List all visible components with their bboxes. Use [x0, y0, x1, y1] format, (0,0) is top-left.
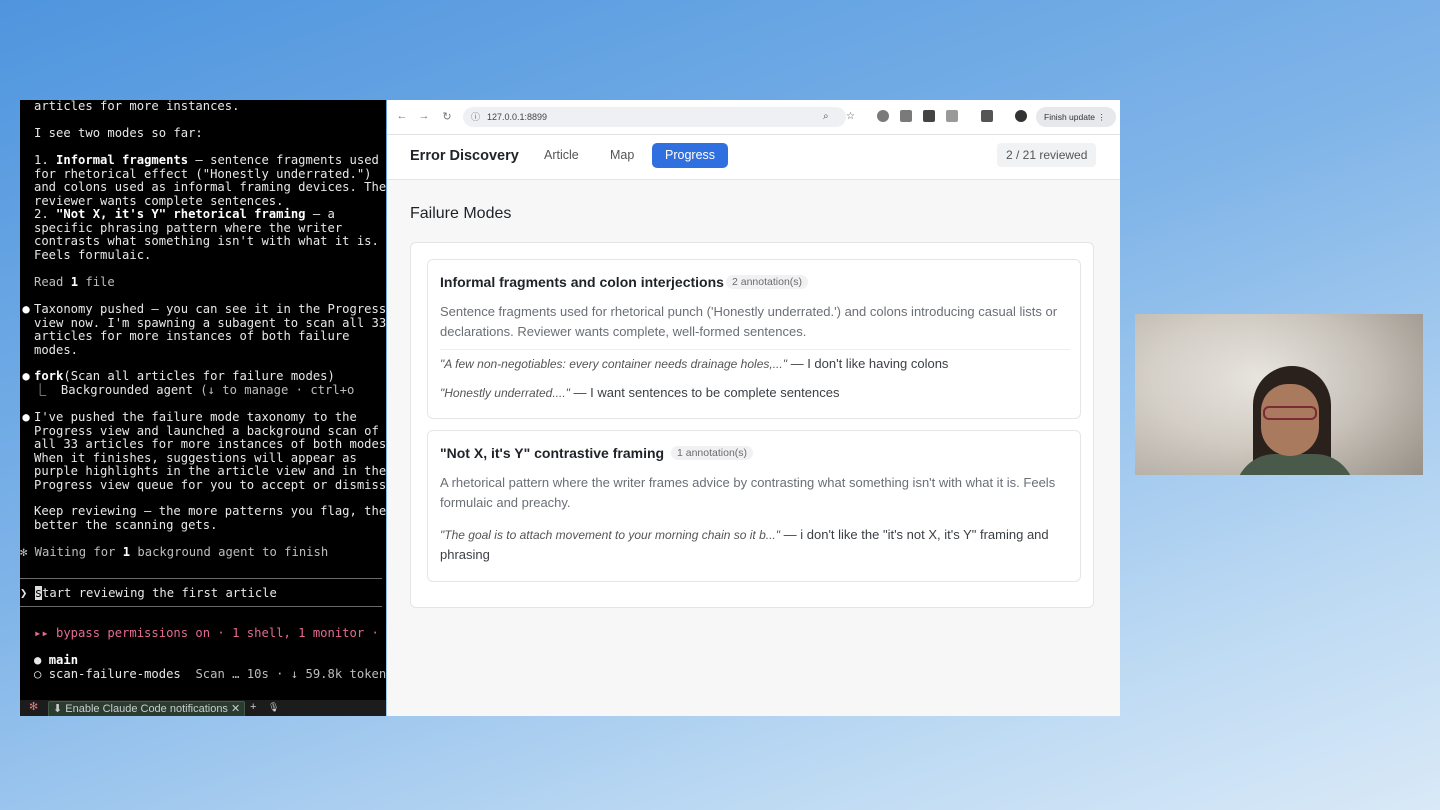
bookmark-star-icon[interactable]: ☆: [846, 107, 855, 127]
app-header: Error Discovery Article Map Progress 2 /…: [387, 135, 1120, 180]
claude-icon: ✻: [29, 701, 39, 713]
failure-modes-panel: Informal fragments and colon interjectio…: [410, 242, 1094, 608]
failure-mode-description: Sentence fragments used for rhetorical p…: [440, 304, 1058, 339]
finish-update-button[interactable]: Finish update ⋮: [1036, 107, 1116, 127]
presenter-glasses: [1263, 406, 1317, 420]
new-tab-button[interactable]: +: [250, 701, 256, 715]
annotation-count-badge: 1 annotation(s): [671, 446, 754, 460]
zoom-icon[interactable]: ⌕: [823, 107, 829, 127]
back-icon[interactable]: ←: [395, 110, 409, 122]
failure-mode-card[interactable]: Informal fragments and colon interjectio…: [427, 259, 1081, 419]
failure-mode-card[interactable]: "Not X, it's Y" contrastive framing 1 an…: [427, 430, 1081, 582]
tab-article[interactable]: Article: [531, 143, 592, 168]
terminal-waiting: ✻ Waiting for 1 background agent to fini…: [20, 545, 329, 559]
terminal-footer: ✻ ⬇ Enable Claude Code notifications ✕ +…: [20, 700, 386, 716]
presenter-face: [1261, 384, 1319, 456]
puzzle-icon[interactable]: [946, 110, 958, 122]
annotation-item: "The goal is to attach movement to your …: [440, 527, 1049, 562]
terminal-intro: articles for more instances. I see two m…: [34, 100, 240, 140]
url-text: 127.0.0.1:8899: [487, 112, 548, 122]
annotation-item: "A few non-negotiables: every container …: [440, 356, 949, 371]
extension-icon[interactable]: [877, 110, 889, 122]
terminal-read-file: Read 1 file: [34, 275, 115, 289]
forward-icon[interactable]: →: [417, 110, 431, 122]
annotation-item: "Honestly underrated...." — I want sente…: [440, 385, 840, 400]
webcam-overlay: [1135, 314, 1423, 475]
bullet-icon: ●: [22, 302, 30, 316]
terminal-keep-msg: Keep reviewing — the more patterns you f…: [34, 504, 386, 532]
browser-window: ← → ↻ ⓘ 127.0.0.1:8899 ⌕ ☆ Finish update…: [387, 100, 1120, 716]
failure-mode-title: "Not X, it's Y" contrastive framing: [440, 445, 665, 461]
failure-mode-title: Informal fragments and colon interjectio…: [440, 274, 724, 290]
terminal-pushed-msg: I've pushed the failure mode taxonomy to…: [34, 410, 386, 492]
terminal-fork: fork(Scan all articles for failure modes…: [34, 369, 355, 397]
extension-icon[interactable]: [923, 110, 935, 122]
address-bar[interactable]: ⓘ 127.0.0.1:8899 ⌕ ☆: [463, 107, 855, 127]
profile-avatar[interactable]: [1015, 110, 1027, 122]
branch-list: ● main ○ scan-failure-modes Scan … 10s ·…: [34, 653, 386, 681]
site-info-icon[interactable]: ⓘ: [471, 107, 480, 127]
terminal-taxonomy-msg: Taxonomy pushed — you can see it in the …: [34, 302, 386, 357]
section-title: Failure Modes: [410, 205, 512, 222]
prompt-input[interactable]: ❯ start reviewing the first article: [20, 586, 277, 601]
annotation-count-badge: 2 annotation(s): [726, 275, 809, 289]
bullet-icon: ●: [22, 369, 30, 383]
terminal-mode-list: 1. Informal fragments — sentence fragmen…: [34, 153, 386, 262]
permissions-status: ▸▸ bypass permissions on · 1 shell, 1 mo…: [34, 626, 379, 640]
extension-icon[interactable]: [900, 110, 912, 122]
app-title: Error Discovery: [410, 148, 519, 164]
browser-toolbar: ← → ↻ ⓘ 127.0.0.1:8899 ⌕ ☆ Finish update…: [387, 100, 1120, 135]
enable-notifications-button[interactable]: ⬇ Enable Claude Code notifications ✕: [48, 701, 246, 716]
reload-icon[interactable]: ↻: [440, 110, 454, 123]
tab-progress[interactable]: Progress: [652, 143, 729, 168]
divider: [440, 349, 1070, 350]
bullet-icon: ●: [22, 410, 30, 424]
review-counter: 2 / 21 reviewed: [997, 143, 1097, 167]
tab-map[interactable]: Map: [597, 143, 647, 168]
prompt-divider: [20, 606, 382, 607]
prompt-divider: [20, 578, 382, 579]
mic-icon[interactable]: 🎙: [268, 701, 279, 715]
failure-mode-description: A rhetorical pattern where the writer fr…: [440, 475, 1056, 510]
sidepanel-icon[interactable]: [981, 110, 993, 122]
terminal-panel: articles for more instances. I see two m…: [20, 100, 386, 716]
